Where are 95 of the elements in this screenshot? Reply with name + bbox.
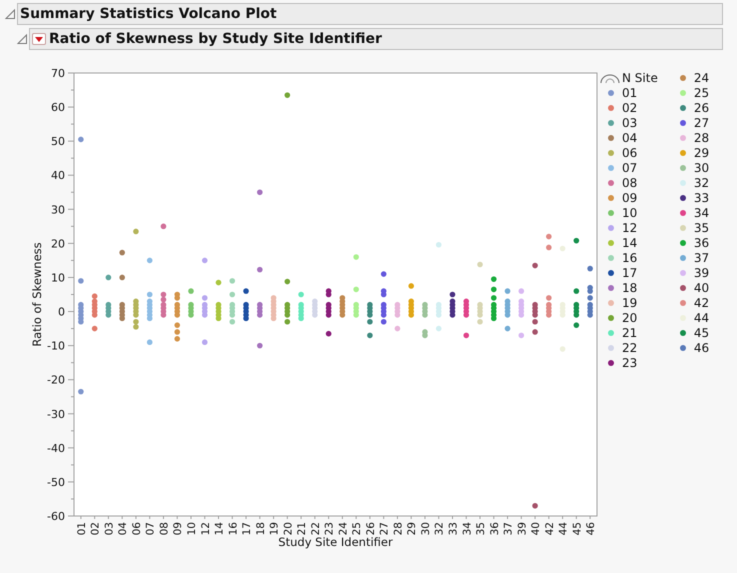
- axis-tick-label: 39: [516, 522, 528, 536]
- axis-tick-label: 70: [51, 67, 65, 80]
- legend-label: 10: [622, 204, 638, 222]
- legend-label: 29: [694, 144, 710, 162]
- legend-label: 20: [622, 310, 638, 326]
- axis-tick-label: 35: [475, 522, 488, 536]
- axis-tick-label: 01: [76, 522, 88, 536]
- legend-label: 02: [622, 100, 638, 116]
- axis-tick-label: 34: [461, 522, 474, 536]
- axis-tick-label: 14: [214, 522, 226, 536]
- axis-title: Study Site Identifier: [278, 535, 393, 549]
- axis-tick-label: 22: [310, 522, 322, 536]
- axis-tick-label: 33: [447, 522, 460, 536]
- legend-label: 46: [694, 340, 710, 356]
- legend-label: 42: [694, 294, 710, 312]
- axis-tick-label: 08: [158, 522, 170, 536]
- legend-label: 35: [694, 220, 710, 236]
- axis-tick-label: 10: [186, 522, 198, 536]
- legend-label: 14: [622, 234, 638, 252]
- legend-label: 21: [622, 324, 638, 342]
- axis-tick-label: 44: [558, 522, 570, 536]
- axis-tick-label: 02: [90, 522, 102, 536]
- axis-tick-label: 40: [51, 169, 65, 182]
- legend-label: 16: [622, 250, 638, 266]
- legend-label: 36: [694, 234, 710, 252]
- axis-tick-label: 09: [172, 522, 184, 536]
- axis-tick-label: 28: [392, 522, 404, 536]
- axis-tick-label: 25: [351, 522, 364, 536]
- axis-tick-label: 0: [58, 306, 65, 319]
- axis-tick-label: 45: [571, 522, 584, 536]
- outline-title: Ratio of Skewness by Study Site Identifier: [49, 30, 382, 48]
- legend-label: 45: [694, 324, 710, 342]
- axis-title: Ratio of Skewness: [30, 242, 44, 347]
- axis-tick-label: 10: [51, 271, 65, 284]
- legend-label: 09: [622, 190, 638, 206]
- axis-tick-label: 17: [241, 522, 254, 536]
- legend-label: 19: [622, 294, 638, 312]
- axis-tick-label: 20: [51, 237, 65, 250]
- legend-label: 40: [694, 280, 710, 296]
- axis-tick-label: -30: [47, 408, 65, 421]
- axis-tick-label: 23: [324, 522, 336, 536]
- axis-tick-label: -10: [47, 340, 65, 353]
- legend-label: 44: [694, 310, 710, 326]
- axis-tick-label: 26: [364, 522, 377, 536]
- axis-tick-label: 06: [130, 522, 143, 536]
- legend-label: 04: [622, 130, 638, 146]
- legend-label: 27: [694, 114, 710, 132]
- axis-tick-label: 30: [420, 522, 432, 536]
- axis-tick-label: 16: [227, 522, 240, 536]
- legend-label: 39: [694, 264, 710, 282]
- axis-tick-label: 20: [282, 522, 294, 536]
- legend-label: 08: [622, 174, 638, 192]
- axis-tick-label: 46: [585, 522, 598, 536]
- axis-tick-label: 21: [296, 522, 308, 536]
- axis-tick-label: 18: [254, 522, 267, 536]
- legend-label: 07: [622, 160, 638, 176]
- axis-tick-label: -20: [47, 374, 65, 387]
- legend-label: 30: [694, 160, 710, 176]
- legend-label: 17: [622, 264, 638, 282]
- axis-tick-label: 04: [117, 522, 130, 536]
- legend-label: 06: [622, 144, 638, 162]
- legend-label: 01: [622, 84, 638, 102]
- axis-tick-label: 42: [544, 522, 556, 536]
- legend-label: 12: [622, 220, 638, 236]
- axis-tick-label: 36: [488, 522, 501, 536]
- legend-label: 23: [622, 354, 638, 372]
- axis-tick-label: 37: [502, 522, 515, 536]
- legend-label: 22: [622, 340, 638, 356]
- axis-tick-label: 32: [434, 522, 446, 536]
- axis-tick-label: 12: [200, 522, 212, 536]
- legend-label: 26: [694, 100, 710, 116]
- axis-tick-label: 40: [530, 522, 542, 536]
- legend-label: 34: [694, 204, 710, 222]
- legend-label: 18: [622, 280, 638, 296]
- axis-tick-label: 60: [51, 101, 65, 114]
- axis-tick-label: 50: [51, 135, 65, 148]
- axis-tick-label: -50: [47, 476, 65, 489]
- axis-tick-label: 19: [268, 522, 281, 536]
- axis-tick-label: 24: [337, 522, 350, 536]
- outline-title: Summary Statistics Volcano Plot: [20, 4, 277, 24]
- axis-tick-label: 07: [144, 522, 157, 536]
- axis-tick-label: 27: [378, 522, 391, 536]
- axis-tick-label: 30: [51, 203, 65, 216]
- axis-tick-label: 29: [406, 522, 418, 536]
- axis-tick-label: -40: [47, 442, 65, 455]
- axis-tick-label: -60: [47, 510, 65, 523]
- axis-tick-label: 03: [103, 522, 116, 536]
- legend-title: N Site: [622, 70, 658, 86]
- legend-label: 28: [694, 130, 710, 146]
- legend-label: 37: [694, 250, 710, 266]
- legend-label: 03: [622, 114, 638, 132]
- legend-label: 24: [694, 70, 710, 86]
- legend-label: 25: [694, 84, 710, 102]
- legend-label: 33: [694, 190, 710, 206]
- legend-label: 32: [694, 174, 710, 192]
